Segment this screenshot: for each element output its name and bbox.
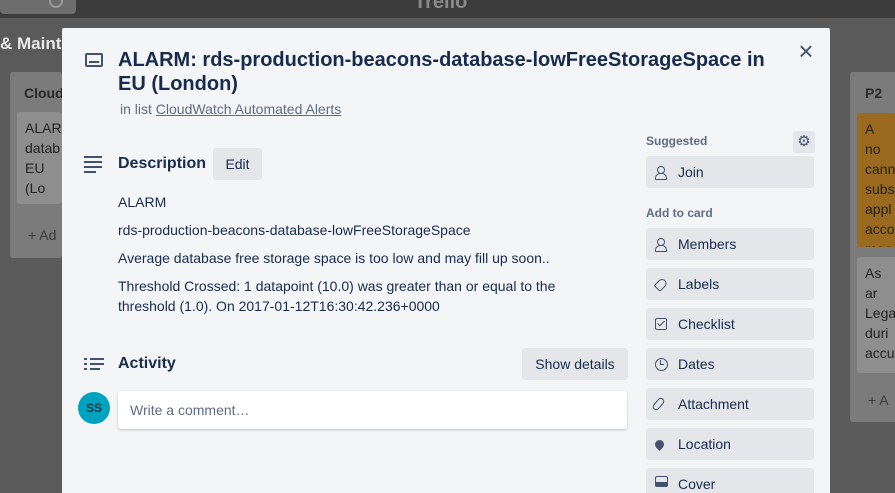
top-bar: Trello bbox=[0, 0, 895, 18]
gear-icon[interactable]: ⚙ bbox=[793, 131, 815, 153]
dates-button[interactable]: Dates bbox=[646, 348, 814, 380]
suggested-label: Suggested bbox=[646, 134, 708, 148]
clock-icon bbox=[646, 357, 676, 371]
person-icon bbox=[646, 165, 676, 180]
attachment-label: Attachment bbox=[678, 396, 749, 412]
board-card[interactable]: ALARI datab EU (Lo bbox=[17, 112, 62, 204]
location-button[interactable]: Location bbox=[646, 428, 814, 460]
members-button[interactable]: Members bbox=[646, 228, 814, 260]
labels-label: Labels bbox=[678, 276, 720, 292]
board-card[interactable]: As ar Lega duri accu bbox=[857, 257, 895, 373]
location-pin-icon bbox=[646, 437, 676, 451]
paperclip-icon bbox=[646, 396, 676, 412]
person-icon bbox=[646, 237, 676, 252]
dates-label: Dates bbox=[678, 356, 715, 372]
cover-icon bbox=[646, 476, 676, 487]
avatar[interactable]: SS bbox=[78, 392, 110, 424]
comment-input[interactable] bbox=[118, 391, 627, 429]
in-list-label: in list CloudWatch Automated Alerts bbox=[120, 101, 341, 117]
show-details-button[interactable]: Show details bbox=[522, 348, 628, 380]
add-card-button[interactable]: + A bbox=[868, 392, 889, 408]
description-line: ALARM bbox=[118, 194, 167, 210]
location-label: Location bbox=[678, 436, 731, 452]
join-label: Join bbox=[678, 164, 704, 180]
list-name[interactable]: Cloud bbox=[24, 85, 64, 101]
close-icon[interactable]: × bbox=[794, 38, 818, 64]
board-card[interactable]: A no cann subs appl acco mea bbox=[857, 113, 895, 247]
list-name[interactable]: P2 bbox=[865, 85, 882, 101]
labels-button[interactable]: Labels bbox=[646, 268, 814, 300]
edit-description-button[interactable]: Edit bbox=[213, 148, 262, 180]
card-title[interactable]: ALARM: rds-production-beacons-database-l… bbox=[118, 48, 778, 96]
search-box[interactable] bbox=[0, 0, 76, 14]
in-list-prefix: in list bbox=[120, 101, 152, 117]
members-label: Members bbox=[678, 236, 737, 252]
description-line: rds-production-beacons-database-lowFreeS… bbox=[118, 222, 471, 238]
description-line: Threshold Crossed: 1 datapoint (10.0) wa… bbox=[118, 278, 556, 314]
activity-icon bbox=[84, 356, 104, 371]
attachment-button[interactable]: Attachment bbox=[646, 388, 814, 420]
checklist-button[interactable]: Checklist bbox=[646, 308, 814, 340]
app-logo[interactable]: Trello bbox=[414, 0, 467, 14]
checklist-icon bbox=[646, 318, 676, 330]
description-icon bbox=[84, 156, 102, 176]
add-to-card-label: Add to card bbox=[646, 206, 713, 220]
list-name-link[interactable]: CloudWatch Automated Alerts bbox=[156, 101, 341, 117]
tag-icon bbox=[646, 276, 676, 292]
cover-label: Cover bbox=[678, 476, 716, 492]
cover-button[interactable]: Cover bbox=[646, 468, 814, 493]
activity-heading: Activity bbox=[118, 355, 176, 372]
card-icon bbox=[85, 53, 103, 67]
join-button[interactable]: Join bbox=[646, 156, 814, 188]
description-line: Average database free storage space is t… bbox=[118, 250, 550, 266]
checklist-label: Checklist bbox=[678, 316, 735, 332]
description-heading: Description bbox=[118, 155, 207, 172]
add-card-button[interactable]: + Ad bbox=[28, 227, 56, 243]
board-title[interactable]: & Mainte bbox=[0, 34, 71, 54]
